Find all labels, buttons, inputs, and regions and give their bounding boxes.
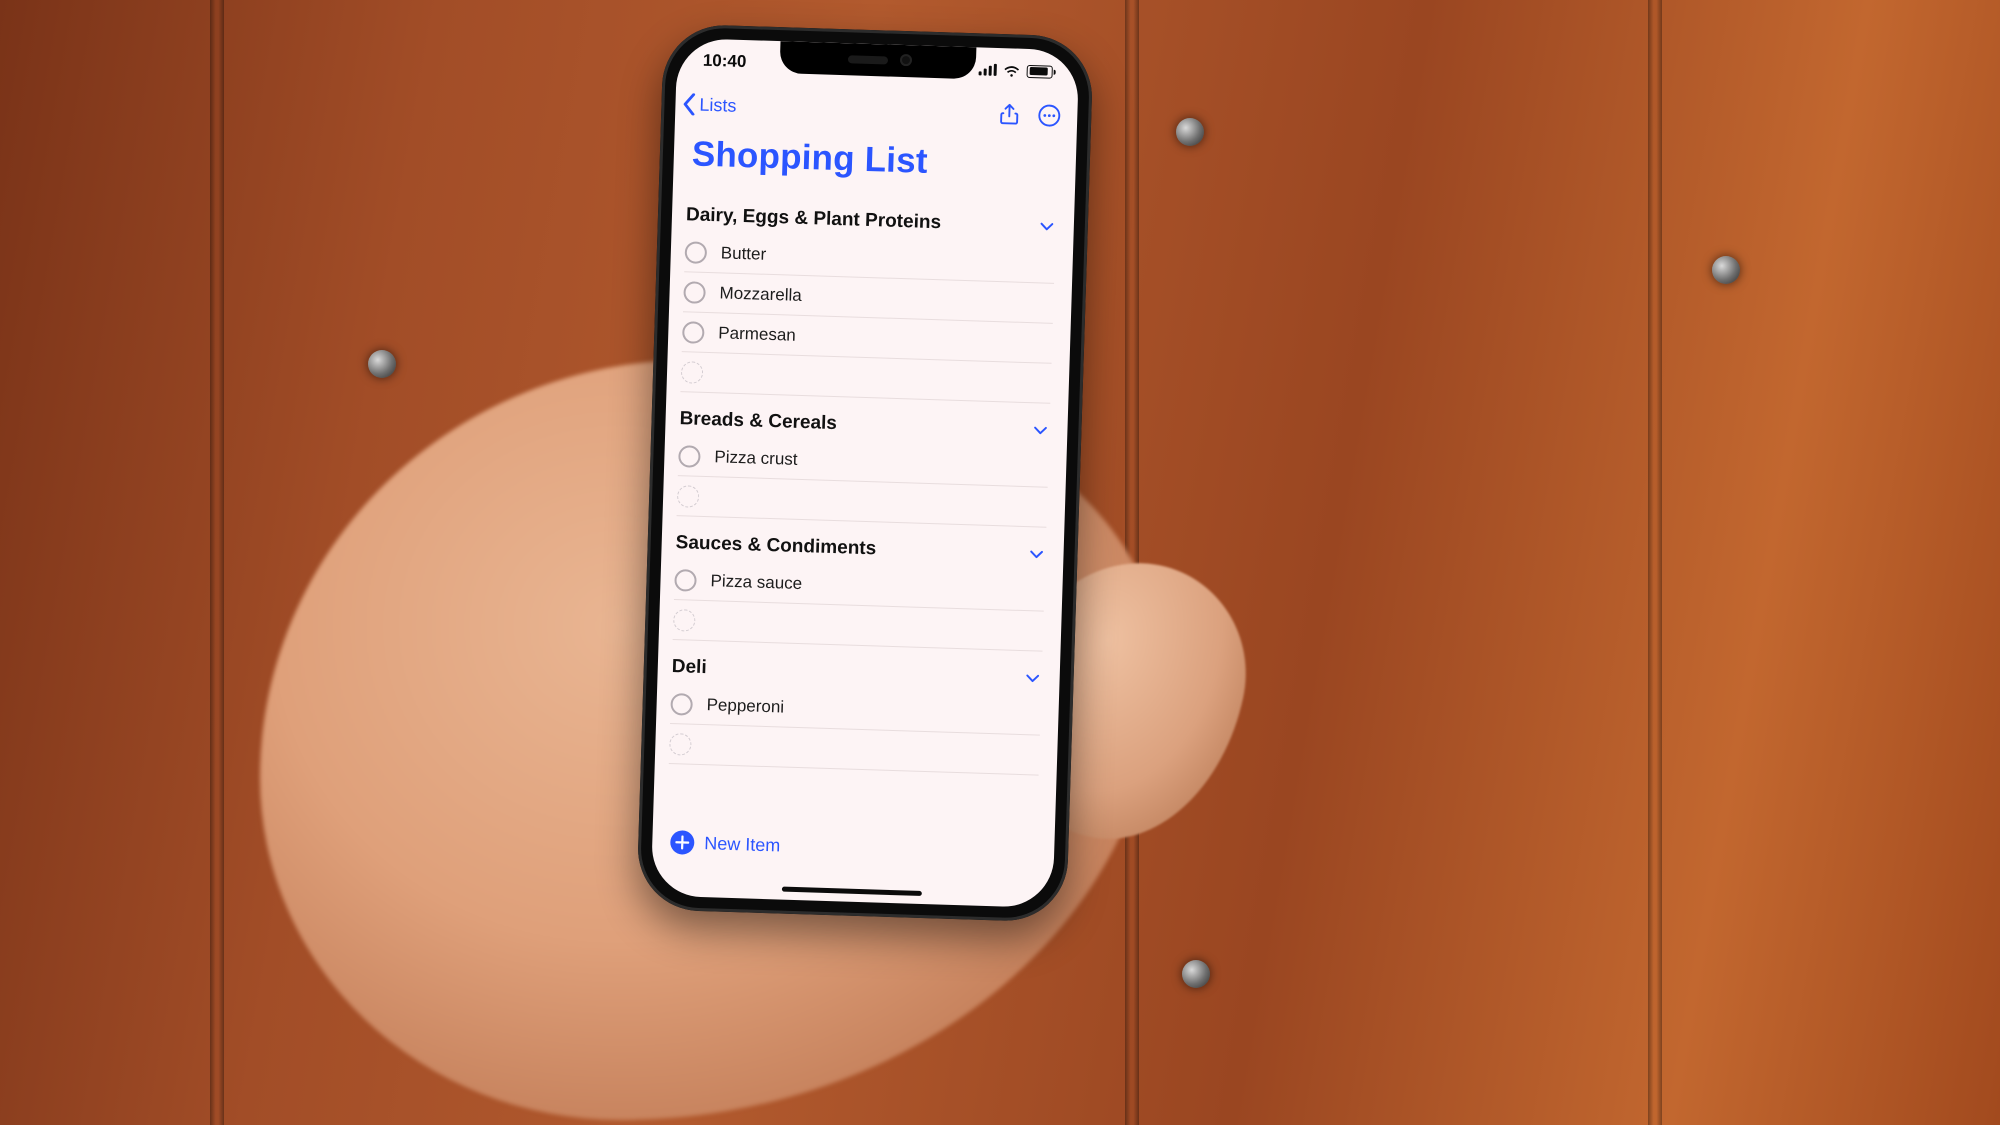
nail bbox=[1712, 256, 1740, 284]
chevron-down-icon bbox=[1027, 545, 1046, 564]
checkbox-circle-icon[interactable] bbox=[674, 569, 697, 592]
checkbox-circle-placeholder-icon[interactable] bbox=[673, 609, 696, 632]
chevron-down-icon bbox=[1023, 669, 1042, 688]
chevron-down-icon bbox=[1038, 217, 1057, 236]
phone-frame: 10:40 Lists Shopping List Dairy, Eggs & … bbox=[636, 23, 1094, 922]
back-label: Lists bbox=[699, 94, 737, 116]
nail bbox=[1182, 960, 1210, 988]
wood-seam bbox=[210, 0, 224, 1125]
section: Sauces & Condiments Pizza sauce bbox=[673, 522, 1047, 652]
list-content[interactable]: Dairy, Eggs & Plant Proteins Butter Mozzar… bbox=[653, 188, 1075, 836]
list-item-label: Mozzarella bbox=[719, 283, 802, 306]
section-title: Sauces & Condiments bbox=[675, 532, 876, 560]
checkbox-circle-icon[interactable] bbox=[670, 693, 693, 716]
notch bbox=[780, 41, 977, 79]
list-item-label: Pizza crust bbox=[714, 447, 798, 470]
chevron-left-icon bbox=[681, 93, 698, 115]
status-time: 10:40 bbox=[703, 51, 747, 72]
chevron-down-icon bbox=[1031, 421, 1050, 440]
checkbox-circle-icon[interactable] bbox=[682, 321, 705, 344]
checkbox-circle-icon[interactable] bbox=[685, 241, 708, 264]
checkbox-circle-placeholder-icon[interactable] bbox=[677, 485, 700, 508]
checkbox-circle-placeholder-icon[interactable] bbox=[681, 361, 704, 384]
section: Deli Pepperoni bbox=[669, 646, 1043, 776]
section: Dairy, Eggs & Plant Proteins Butter Mozzar… bbox=[680, 194, 1056, 404]
home-indicator[interactable] bbox=[782, 887, 922, 896]
phone-screen: 10:40 Lists Shopping List Dairy, Eggs & … bbox=[651, 38, 1080, 908]
battery-icon bbox=[1027, 64, 1053, 78]
new-item-label: New Item bbox=[704, 833, 781, 856]
list-item-label: Parmesan bbox=[718, 323, 796, 345]
list-item-label: Pizza sauce bbox=[710, 571, 802, 594]
plus-circle-icon bbox=[670, 830, 695, 855]
cell-signal-icon bbox=[979, 63, 997, 76]
nail bbox=[1176, 118, 1204, 146]
checkbox-circle-icon[interactable] bbox=[683, 281, 706, 304]
wifi-icon bbox=[1003, 63, 1021, 78]
section-title: Dairy, Eggs & Plant Proteins bbox=[686, 204, 942, 234]
page-title: Shopping List bbox=[691, 134, 928, 181]
checkbox-circle-placeholder-icon[interactable] bbox=[669, 732, 692, 755]
back-button[interactable]: Lists bbox=[681, 93, 737, 117]
wood-seam bbox=[1648, 0, 1662, 1125]
new-item-button[interactable]: New Item bbox=[670, 830, 781, 857]
section-title: Breads & Cereals bbox=[679, 408, 837, 435]
share-icon[interactable] bbox=[997, 102, 1022, 127]
section: Breads & Cereals Pizza crust bbox=[677, 398, 1051, 528]
ellipsis-circle-icon[interactable] bbox=[1037, 103, 1062, 128]
checkbox-circle-icon[interactable] bbox=[678, 445, 701, 468]
list-item-label: Butter bbox=[721, 243, 767, 264]
bottom-bar: New Item bbox=[651, 824, 1055, 909]
status-indicators bbox=[979, 62, 1053, 78]
section-title: Deli bbox=[671, 656, 707, 679]
list-item-label: Pepperoni bbox=[706, 695, 784, 717]
nail bbox=[368, 350, 396, 378]
